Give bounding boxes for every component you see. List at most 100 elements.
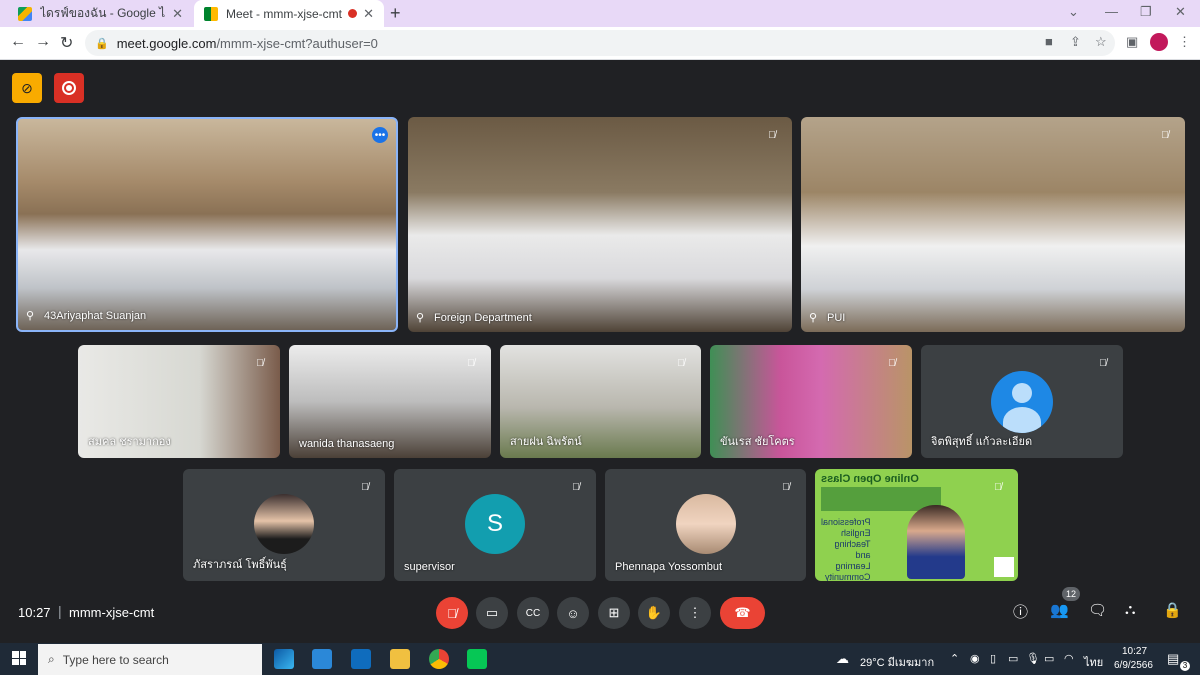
profile-avatar[interactable] <box>1150 33 1168 51</box>
participant-tile[interactable]: 🎙̸ Phennapa Yossombut <box>605 469 806 581</box>
lock-icon[interactable]: 🔒 <box>95 37 109 50</box>
search-placeholder: Type here to search <box>62 652 169 667</box>
mic-tray-icon[interactable]: 🎙 <box>1026 652 1040 665</box>
participant-name: Foreign Department <box>434 312 532 324</box>
maximize-icon[interactable]: ❐ <box>1140 4 1152 20</box>
camera-toggle-button[interactable]: ▭ <box>476 597 508 629</box>
mic-off-icon: 🎙̸ <box>572 481 580 493</box>
browser-tab-bar: ไดรฟ์ของฉัน - Google ไดรฟ์ ✕ Meet - mmm-… <box>0 0 1200 27</box>
info-icon[interactable]: ⓘ <box>1013 601 1028 622</box>
reload-icon[interactable]: ↻ <box>60 33 73 53</box>
captions-button[interactable]: CC <box>517 597 549 629</box>
record-tray-icon[interactable]: ◉ <box>970 652 980 665</box>
participant-name: ขันเรส ชัยโคตร <box>720 436 795 448</box>
meeting-time: 10:27 <box>18 605 51 620</box>
battery-icon[interactable]: ▭ <box>1044 652 1054 665</box>
clock-time[interactable]: 10:27 <box>1122 646 1147 657</box>
menu-icon[interactable]: ⋮ <box>1178 34 1191 50</box>
people-icon[interactable]: 👥 <box>1050 601 1069 619</box>
end-call-icon: ☎ <box>734 605 751 620</box>
language-indicator[interactable]: ไทย <box>1084 653 1103 671</box>
raise-hand-button[interactable]: ✋ <box>638 597 670 629</box>
pin-icon: ⚲ <box>416 312 425 324</box>
address-toolbar: ← → ↻ 🔒 meet.google.com /mmm-xjse-cmt?au… <box>0 27 1200 60</box>
record-icon <box>62 81 76 95</box>
participant-name: 43Ariyaphat Suanjan <box>44 310 147 322</box>
participant-name: PUI <box>827 312 846 324</box>
file-explorer-icon[interactable] <box>390 649 410 669</box>
chevron-up-icon[interactable]: ⌃ <box>950 652 959 665</box>
phone-link-icon[interactable]: ▯ <box>990 652 996 665</box>
tab-google-drive[interactable]: ไดรฟ์ของฉัน - Google ไดรฟ์ ✕ <box>8 0 193 27</box>
more-options-button[interactable]: ⋮ <box>679 597 711 629</box>
participant-tile[interactable]: 🎙̸ ขันเรส ชัยโคตร <box>710 345 912 458</box>
wifi-icon[interactable]: ◠ <box>1064 652 1074 665</box>
host-controls-icon[interactable]: 🔒 <box>1163 601 1182 619</box>
recording-icon <box>348 9 358 18</box>
bookmark-star-icon[interactable]: ☆ <box>1095 34 1107 50</box>
store-icon[interactable] <box>312 649 332 669</box>
chevron-down-icon[interactable]: ⌄ <box>1068 4 1079 20</box>
avatar: S <box>465 494 525 554</box>
participant-tile[interactable]: 🎙̸ wanida thanasaeng <box>289 345 491 458</box>
participant-tile[interactable]: 🎙̸ สมคล ชรามากอง <box>78 345 280 458</box>
windows-start-icon[interactable] <box>12 651 26 665</box>
close-icon[interactable]: ✕ <box>363 6 374 22</box>
reactions-button[interactable]: ☺ <box>557 597 589 629</box>
cloud-icon: ☁ <box>836 651 849 666</box>
windows-taskbar: ⌕ Type here to search ☁ 29°C มีเมฆมาก ⌃ … <box>0 643 1200 675</box>
participant-name: จิตพิสุทธิ์ แก้วละเอียด <box>931 436 1033 448</box>
participant-tile[interactable]: 🎙̸ ⚲ Foreign Department <box>408 117 792 332</box>
participant-tile[interactable]: 🎙̸ ภัสราภรณ์ โพธิ์พันธุ์ <box>183 469 385 581</box>
avatar <box>254 494 314 554</box>
edge-icon[interactable] <box>274 649 294 669</box>
presentation-line: and <box>855 550 871 560</box>
close-icon[interactable]: ✕ <box>172 6 183 22</box>
leave-call-button[interactable]: ☎ <box>720 597 765 629</box>
participant-name: Phennapa Yossombut <box>615 561 723 573</box>
mail-icon[interactable] <box>351 649 371 669</box>
more-options-icon[interactable]: ••• <box>372 127 388 143</box>
participant-tile[interactable]: 🎙̸ S supervisor <box>394 469 596 581</box>
notification-icon[interactable]: ▤ <box>1167 651 1179 667</box>
participant-tile[interactable]: ••• ⚲ 43Ariyaphat Suanjan <box>16 117 398 332</box>
presentation-line: English <box>841 528 871 538</box>
forward-icon[interactable]: → <box>35 33 51 51</box>
presentation-tile[interactable]: 🎙̸ Online Open Class Professional Englis… <box>815 469 1018 581</box>
participant-tile[interactable]: 🎙̸ สายฝน ฉิพรัตน์ <box>500 345 701 458</box>
captions-off-button[interactable]: ⊘ <box>12 73 42 103</box>
mic-off-icon: 🎙̸ <box>447 605 457 621</box>
close-window-icon[interactable]: ✕ <box>1175 4 1186 20</box>
clock-date[interactable]: 6/9/2566 <box>1114 660 1153 671</box>
participant-name: ภัสราภรณ์ โพธิ์พันธุ์ <box>193 559 287 571</box>
notification-count: 3 <box>1180 661 1190 671</box>
person-avatar-icon <box>991 371 1053 433</box>
camera-tray-icon[interactable]: ▭ <box>1008 652 1018 665</box>
line-app-icon[interactable] <box>467 649 487 669</box>
mic-off-icon: 🎙̸ <box>677 357 685 369</box>
url-field[interactable]: 🔒 meet.google.com /mmm-xjse-cmt?authuser… <box>85 30 1115 56</box>
chrome-icon[interactable] <box>429 649 449 669</box>
presentation-line: Community <box>825 572 871 581</box>
back-icon[interactable]: ← <box>10 33 26 51</box>
camera-icon[interactable]: ■ <box>1045 34 1053 49</box>
participant-tile[interactable]: 🎙̸ ⚲ PUI <box>801 117 1185 332</box>
taskbar-search-input[interactable]: ⌕ Type here to search <box>38 644 262 675</box>
tab-meet[interactable]: Meet - mmm-xjse-cmt ✕ <box>194 0 384 27</box>
participant-tile[interactable]: 🎙̸ จิตพิสุทธิ์ แก้วละเอียด <box>921 345 1123 458</box>
mic-toggle-button[interactable]: 🎙̸ <box>436 597 468 629</box>
sidebar-icon[interactable]: ▣ <box>1126 34 1138 50</box>
new-tab-button[interactable]: + <box>390 3 401 24</box>
share-icon[interactable]: ⇪ <box>1070 34 1081 50</box>
present-button[interactable]: ⊞ <box>598 597 630 629</box>
google-drive-icon <box>18 6 32 21</box>
chat-icon[interactable]: 🗨 <box>1088 601 1107 619</box>
recording-button[interactable] <box>54 73 84 103</box>
minimize-icon[interactable]: — <box>1105 4 1118 19</box>
weather-text[interactable]: 29°C มีเมฆมาก <box>860 653 934 671</box>
url-host: meet.google.com <box>116 35 217 51</box>
activities-icon[interactable]: ⛬ <box>1125 601 1136 618</box>
tab-title: ไดรฟ์ของฉัน - Google ไดรฟ์ <box>40 6 166 20</box>
search-icon: ⌕ <box>48 652 55 666</box>
participant-name: supervisor <box>404 561 455 573</box>
